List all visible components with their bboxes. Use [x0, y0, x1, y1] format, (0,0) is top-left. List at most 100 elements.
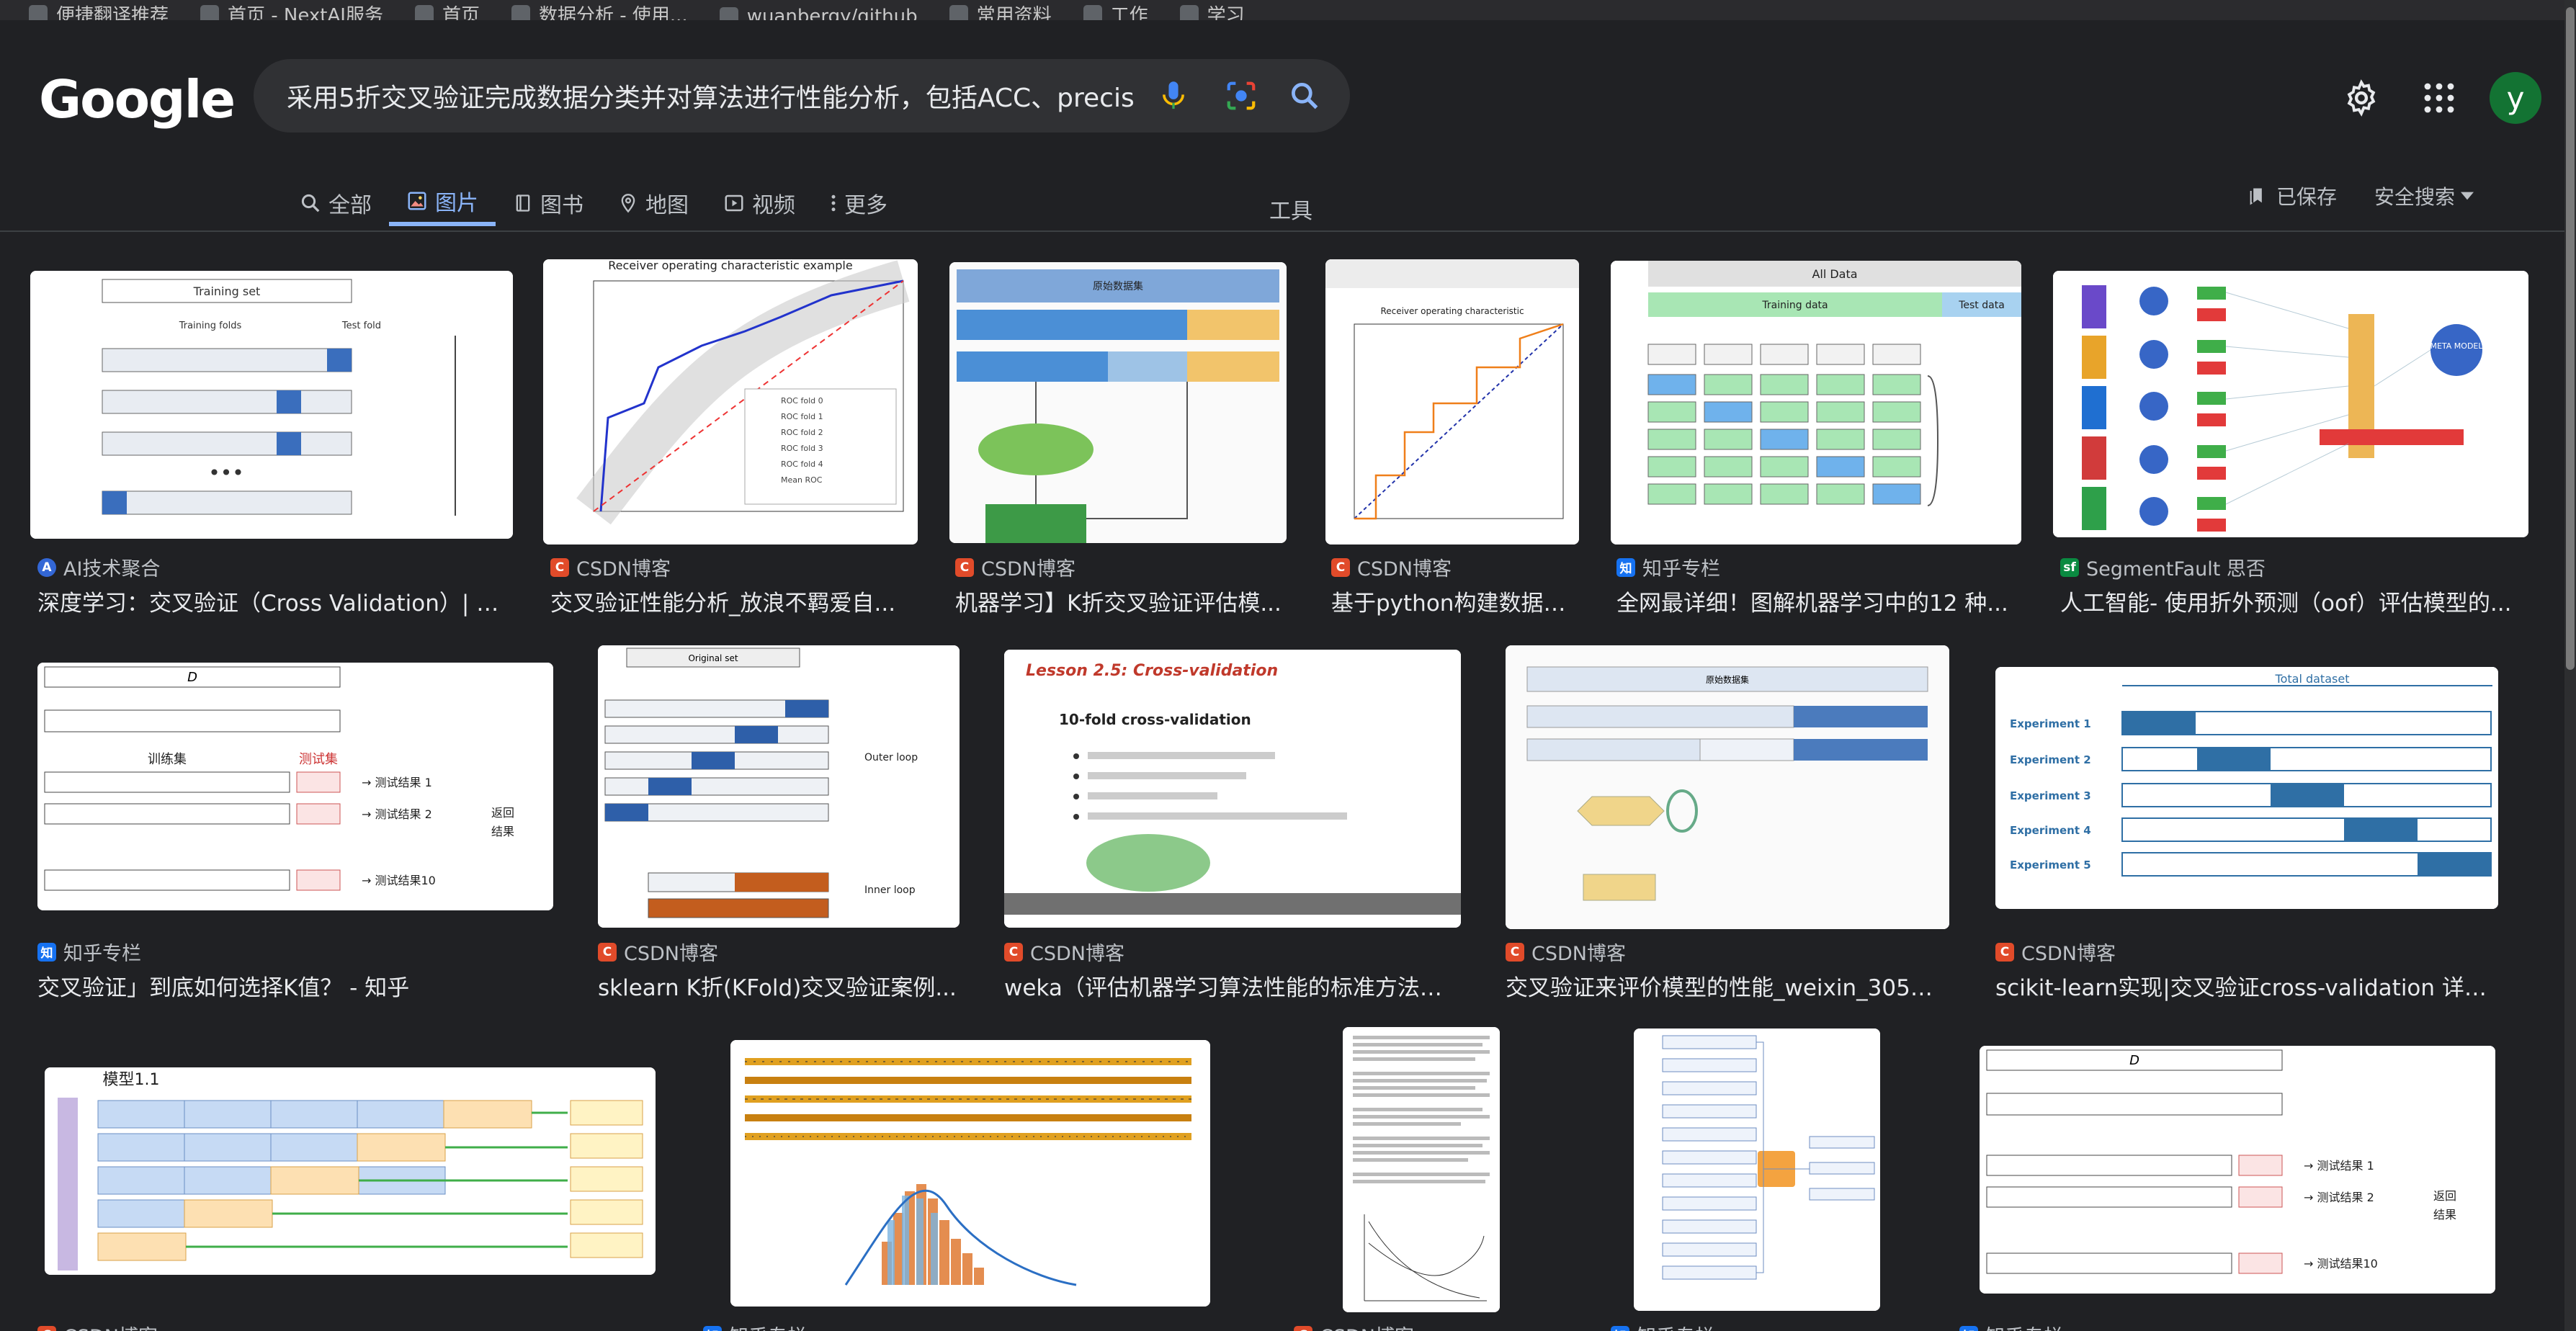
svg-text:ROC fold 1: ROC fold 1 [781, 412, 823, 421]
svg-text:Outer loop: Outer loop [864, 752, 918, 763]
result-thumbnail[interactable]: META MODEL [2053, 271, 2528, 537]
result-title[interactable]: 深度学习：交叉验证（Cross Validation）| AI... [37, 585, 513, 617]
svg-text:结果: 结果 [2433, 1208, 2456, 1222]
result-thumbnail[interactable]: 原始数据集 [949, 262, 1287, 543]
image-icon [408, 192, 426, 210]
search-header: Google 采用5折交叉验证完成数据分类并对算法进行性能分析，包括ACC、pr… [0, 20, 2576, 230]
result-source[interactable]: CCSDN博客 [550, 553, 671, 581]
result-thumbnail[interactable]: D → 测试结果 1 → 测试结果 2 → 测试结果10 返回 结果 [1980, 1046, 2495, 1294]
result-thumbnail[interactable]: Lesson 2.5: Cross-validation 10-fold cro… [1004, 650, 1461, 928]
svg-text:返回: 返回 [491, 806, 514, 820]
result-title[interactable]: 基于python构建数据集... [1331, 585, 1583, 617]
result-source[interactable]: CCSDN博客 [1331, 553, 1452, 581]
result-title[interactable]: 机器学习】K折交叉验证评估模... [955, 585, 1294, 617]
bookmarks-bar: 便捷翻译推荐 首页 - NextAI服务 首页 数据分析 - 使用... wua… [0, 0, 2576, 20]
svg-text:→ 测试结果 2: → 测试结果 2 [2304, 1191, 2374, 1204]
result-title[interactable]: 全网最详细！图解机器学习中的12 种... [1616, 585, 2020, 617]
result-source[interactable]: CCSDN博客 [37, 1321, 158, 1331]
result-title[interactable]: scikit-learn实现|交叉验证cross-validation 详解（5… [1995, 969, 2500, 1002]
bookmark-icon [29, 4, 48, 20]
result-source[interactable]: CCSDN博客 [1294, 1321, 1414, 1331]
tab-all[interactable]: 全部 [282, 180, 389, 226]
result-source[interactable]: sf SegmentFault 思否 [2060, 553, 2266, 581]
tools-button[interactable]: 工具 [1269, 193, 1312, 225]
result-title[interactable]: 交叉验证性能分析_放浪不羁爱自... [550, 585, 918, 617]
result-thumbnail[interactable]: Receiver operating characteristic exampl… [543, 259, 918, 544]
microphone-icon[interactable] [1155, 78, 1191, 114]
bookmark-item[interactable]: wuanbergy/github [719, 6, 918, 20]
tab-images[interactable]: 图片 [389, 180, 496, 226]
bookmark-item[interactable]: 首页 - NextAI服务 [200, 1, 383, 20]
result-title[interactable]: sklearn K折(KFold)交叉验证案例... [598, 969, 958, 1002]
svg-text:→ 测试结果10: → 测试结果10 [2304, 1257, 2378, 1270]
search-input[interactable]: 采用5折交叉验证完成数据分类并对算法进行性能分析，包括ACC、precision [287, 77, 1137, 115]
svg-text:All Data: All Data [1812, 267, 1857, 281]
bookmark-item[interactable]: 数据分析 - 使用... [511, 1, 688, 20]
map-pin-icon [621, 194, 635, 213]
result-source[interactable]: 知知乎专栏 [1616, 553, 1720, 581]
lens-icon[interactable] [1223, 78, 1259, 114]
scrollbar-thumb[interactable] [2566, 7, 2575, 670]
result-source[interactable]: CCSDN博客 [955, 553, 1075, 581]
svg-text:D: D [187, 670, 197, 685]
page-scrollbar[interactable] [2564, 0, 2576, 1331]
site-favicon-icon: C [37, 1325, 56, 1331]
result-thumbnail[interactable]: D 训练集 测试集 → 测试结果 1 → 测试结果 2 → 测试结果10 返回 结果 [37, 663, 553, 910]
result-thumbnail[interactable] [1343, 1027, 1500, 1312]
safe-search-menu[interactable]: 安全搜索 [2374, 182, 2474, 210]
result-thumbnail[interactable]: Receiver operating characteristic [1325, 259, 1579, 544]
result-title[interactable]: 交叉验证来评价模型的性能_weixin_30593... [1506, 969, 1945, 1002]
result-title[interactable]: 交叉验证」到底如何选择K值？ - 知乎 [37, 969, 549, 1002]
result-source[interactable]: A AI技术聚合 [37, 553, 160, 581]
search-icon[interactable] [1287, 78, 1323, 114]
result-thumbnail[interactable]: 模型1.1 [45, 1067, 656, 1275]
folder-icon [1179, 4, 1199, 20]
google-logo[interactable]: Google [39, 69, 236, 130]
svg-text:Experiment 3: Experiment 3 [2010, 789, 2091, 802]
result-source[interactable]: 知知乎专栏 [1959, 1321, 2063, 1331]
result-source[interactable]: CCSDN博客 [1995, 938, 2116, 966]
apps-grid-icon[interactable] [2422, 81, 2456, 118]
result-thumbnail[interactable]: Total dataset Experiment 1 Experiment 2 Ex… [1995, 667, 2498, 909]
result-title[interactable]: 人工智能- 使用折外预测（oof）评估模型的... [2060, 585, 2521, 617]
search-tabs: 全部 图片 图书 地图 视频 更多 [282, 180, 905, 230]
svg-text:Original set: Original set [688, 653, 738, 663]
svg-text:ROC fold 4: ROC fold 4 [781, 460, 823, 469]
result-source[interactable]: 知知乎专栏 [1611, 1321, 1714, 1331]
result-thumbnail[interactable]: All Data Training data Test data [1611, 261, 2021, 544]
tab-books[interactable]: 图书 [496, 180, 601, 226]
result-source[interactable]: CCSDN博客 [598, 938, 718, 966]
search-box[interactable]: 采用5折交叉验证完成数据分类并对算法进行性能分析，包括ACC、precision [254, 59, 1350, 133]
result-title[interactable]: weka（评估机器学习算法性能的标准方法，... [1004, 969, 1458, 1002]
result-thumbnail[interactable] [1634, 1028, 1880, 1311]
result-thumbnail[interactable]: Original set Outer loop Inner loop [598, 645, 960, 928]
bookmark-item[interactable]: 常用资料 [949, 1, 1052, 20]
tab-more[interactable]: 更多 [813, 180, 905, 226]
result-thumbnail[interactable]: 原始数据集 [1506, 645, 1949, 929]
bookmark-item[interactable]: 工作 [1083, 1, 1148, 20]
bookmark-item[interactable]: 学习 [1179, 1, 1245, 20]
tab-maps[interactable]: 地图 [601, 180, 706, 226]
bookmark-item[interactable]: 首页 [414, 1, 480, 20]
thumb-text: Training set [193, 284, 261, 298]
result-source[interactable]: CCSDN博客 [1004, 938, 1124, 966]
folder-icon [949, 4, 968, 20]
settings-gear-icon[interactable] [2343, 79, 2380, 120]
result-source[interactable]: CCSDN博客 [1506, 938, 1626, 966]
image-result[interactable]: Training set Training folds Test fold ••… [30, 271, 514, 539]
result-source[interactable]: 知知乎专栏 [703, 1321, 807, 1331]
tab-videos[interactable]: 视频 [706, 180, 813, 226]
bookmark-icon [719, 7, 738, 20]
search-icon [301, 194, 320, 212]
bookmark-item[interactable]: 便捷翻译推荐 [29, 1, 169, 20]
svg-text:D: D [2129, 1053, 2139, 1068]
result-thumbnail[interactable] [730, 1040, 1210, 1307]
result-thumbnail[interactable]: Training set Training folds Test fold ••… [30, 271, 513, 539]
account-avatar[interactable]: y [2490, 72, 2541, 124]
result-source[interactable]: 知知乎专栏 [37, 938, 141, 966]
image-results-grid: Training set Training folds Test fold ••… [0, 232, 2564, 1331]
svg-text:Experiment 2: Experiment 2 [2010, 753, 2091, 766]
site-favicon-icon: 知 [37, 942, 56, 962]
svg-text:ROC fold 0: ROC fold 0 [781, 396, 823, 405]
saved-button[interactable]: 已保存 [2248, 182, 2337, 210]
